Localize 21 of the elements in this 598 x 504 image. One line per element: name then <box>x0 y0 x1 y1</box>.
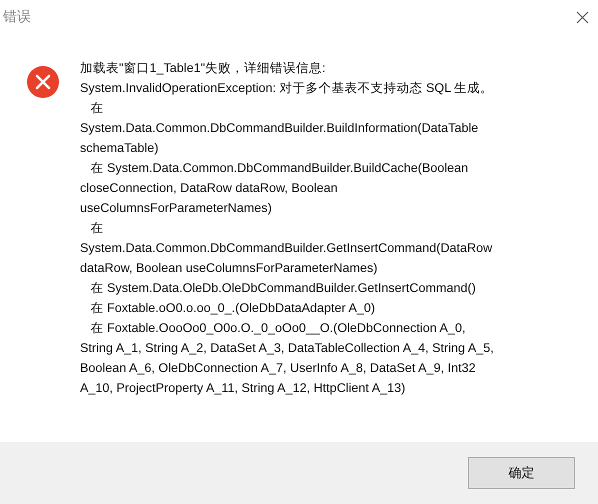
error-message-line: 在 <box>89 221 104 235</box>
error-message-line: 在 Foxtable.OooOo0_O0o.O._0_oOo0__O.(OleDbConnection A_0, <box>89 321 466 335</box>
error-message-line: closeConnection, DataRow dataRow, Boolean <box>80 181 338 195</box>
error-message-line: useColumnsForParameterNames) <box>80 201 272 215</box>
error-message-line: 加载表"窗口1_Table1"失败，详细错误信息: <box>80 61 326 75</box>
error-message-line: A_10, ProjectProperty A_11, String A_12, HttpClient A_13) <box>80 381 406 395</box>
ok-button[interactable]: 确定 <box>468 457 575 489</box>
error-message-line: 在 Foxtable.oO0.o.oo_0_.(OleDbDataAdapter A_0) <box>89 301 376 315</box>
error-message-line: System.InvalidOperationException: 对于多个基表不支持动态 SQL 生成。 <box>80 81 494 95</box>
close-icon[interactable] <box>576 10 589 24</box>
error-message-line: System.Data.Common.DbCommandBuilder.GetInsertCommand(DataRow <box>80 241 492 255</box>
window-title: 错误 <box>3 8 31 26</box>
error-message-line: Boolean A_6, OleDbConnection A_7, UserInfo A_8, DataSet A_9, Int32 <box>80 361 476 375</box>
error-message-line: 在 System.Data.Common.DbCommandBuilder.BuildCache(Boolean <box>89 161 468 175</box>
error-icon <box>27 66 59 98</box>
error-message-line: 在 <box>89 101 104 115</box>
error-message-line: dataRow, Boolean useColumnsForParameterNames) <box>80 261 378 275</box>
error-message-line: schemaTable) <box>80 141 158 155</box>
error-message-line: 在 System.Data.OleDb.OleDbCommandBuilder.GetInsertCommand() <box>89 281 476 295</box>
error-message-line: System.Data.Common.DbCommandBuilder.BuildInformation(DataTable <box>80 121 478 135</box>
error-message-line: String A_1, String A_2, DataSet A_3, DataTableCollection A_4, String A_5, <box>80 341 494 355</box>
